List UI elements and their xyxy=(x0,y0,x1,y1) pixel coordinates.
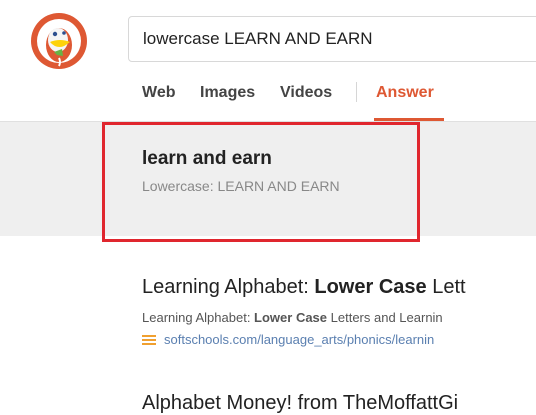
nav-separator xyxy=(356,82,357,102)
result-title-prefix: Learning Alphabet: xyxy=(142,276,315,298)
site-favicon-icon xyxy=(142,335,156,345)
result-title-link[interactable]: Learning Alphabet: Lower Case Lett xyxy=(142,276,536,299)
result-title-suffix: Lett xyxy=(426,276,466,298)
header: Web Images Videos Answer xyxy=(0,0,536,122)
search-box[interactable] xyxy=(128,16,536,62)
result-title-bold: Lower Case xyxy=(314,276,427,298)
tab-answer[interactable]: Answer xyxy=(376,84,434,102)
result-url[interactable]: softschools.com/language_arts/phonics/le… xyxy=(164,332,434,347)
snippet-suffix: Letters and Learnin xyxy=(327,310,443,325)
result-snippet: Learning Alphabet: Lower Case Letters an… xyxy=(142,310,536,325)
tab-images[interactable]: Images xyxy=(200,84,255,102)
snippet-bold: Lower Case xyxy=(254,310,328,325)
tab-videos[interactable]: Videos xyxy=(280,84,332,102)
search-input[interactable] xyxy=(143,17,523,61)
duckduckgo-logo-icon[interactable] xyxy=(30,12,88,70)
result-url-row[interactable]: softschools.com/language_arts/phonics/le… xyxy=(142,332,536,350)
highlight-annotation-box xyxy=(102,122,420,242)
result-title-link-2[interactable]: Alphabet Money! from TheMoffattGi xyxy=(142,392,536,415)
tab-web[interactable]: Web xyxy=(142,84,175,102)
snippet-prefix: Learning Alphabet: xyxy=(142,310,255,325)
